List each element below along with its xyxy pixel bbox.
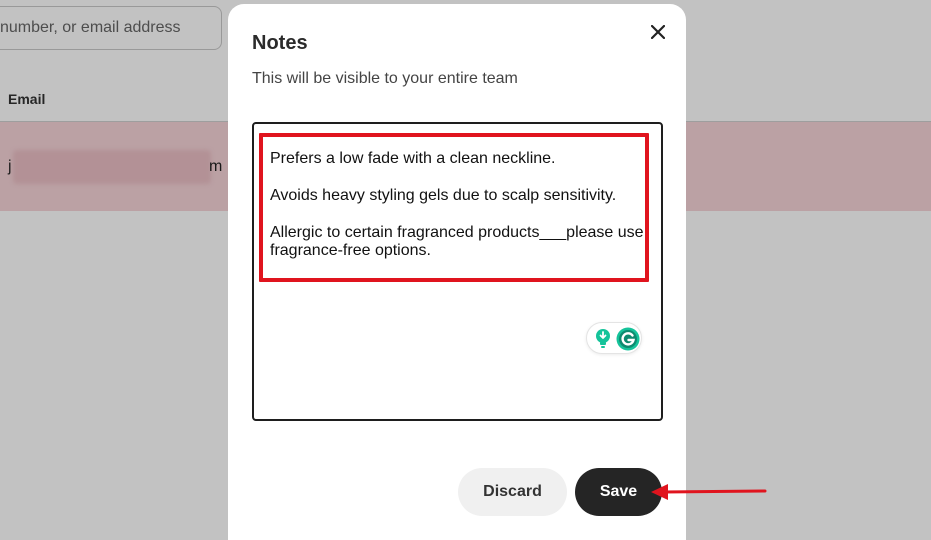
note-line-3: Allergic to certain fragranced products_… (270, 224, 644, 259)
lightbulb-icon[interactable] (593, 328, 613, 350)
discard-button[interactable]: Discard (458, 468, 567, 516)
modal-subtitle: This will be visible to your entire team (252, 70, 518, 87)
arrow-left-icon (651, 484, 767, 500)
close-icon (651, 25, 665, 39)
note-line-2: Avoids heavy styling gels due to scalp s… (270, 187, 617, 204)
notes-textarea[interactable]: Prefers a low fade with a clean neckline… (252, 122, 663, 421)
modal-title: Notes (252, 32, 308, 54)
notes-content[interactable]: Prefers a low fade with a clean neckline… (270, 150, 650, 279)
close-button[interactable] (646, 20, 670, 44)
notes-modal: Notes This will be visible to your entir… (228, 4, 686, 540)
note-line-1: Prefers a low fade with a clean neckline… (270, 150, 556, 167)
grammarly-widget[interactable] (586, 322, 642, 354)
grammarly-g-icon[interactable] (616, 327, 640, 351)
